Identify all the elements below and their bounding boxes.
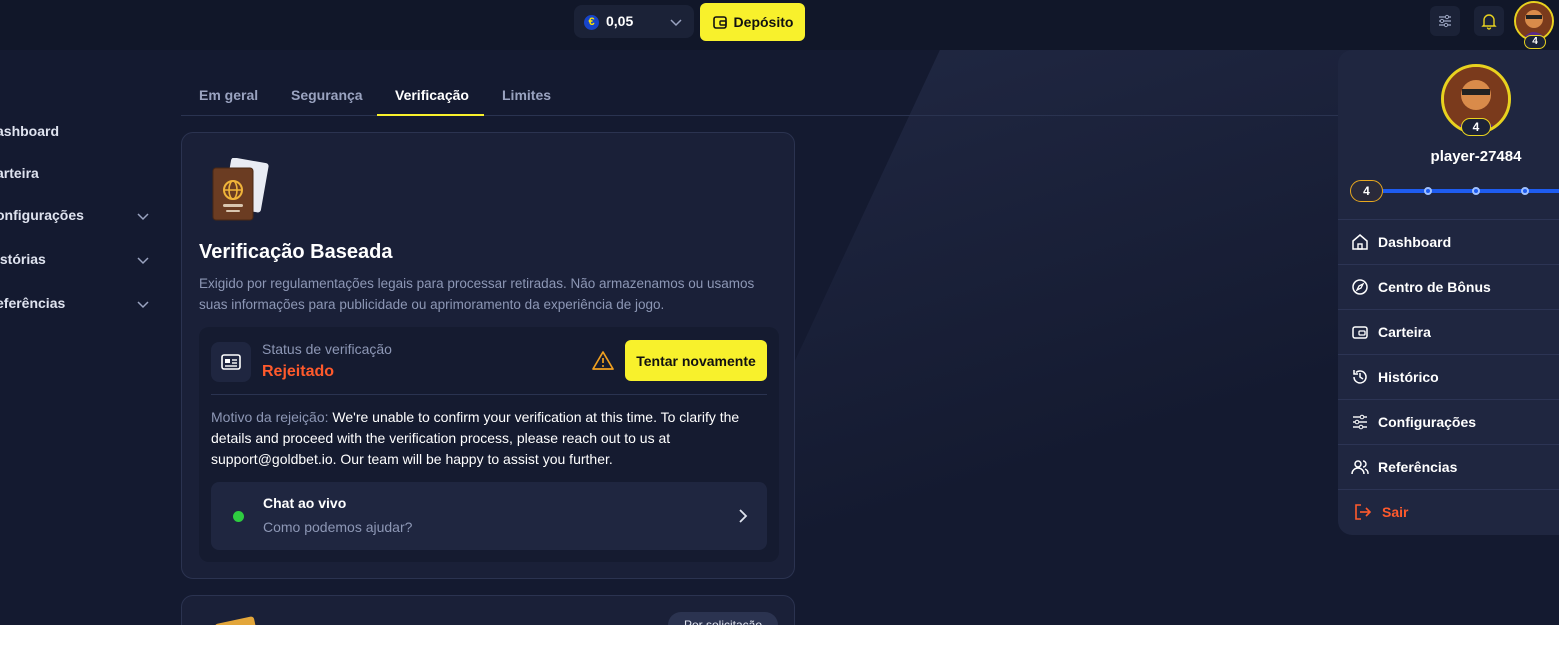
avatar-level-badge: 4 xyxy=(1524,35,1546,49)
menu-item-label: Centro de Bônus xyxy=(1378,279,1491,295)
tab-verification[interactable]: Verificação xyxy=(395,87,469,103)
users-icon xyxy=(1351,460,1369,475)
id-card-icon xyxy=(211,342,251,382)
second-verification-card: Por solicitação xyxy=(181,595,795,625)
username: player-27484 xyxy=(1430,148,1522,165)
rejection-reason-label: Motivo da rejeição: xyxy=(211,409,329,425)
sidebar-item-dashboard[interactable]: ashboard xyxy=(0,120,160,144)
online-status-dot xyxy=(233,511,244,522)
menu-item-label: Carteira xyxy=(1378,324,1431,340)
request-badge: Por solicitação xyxy=(668,612,778,625)
settings-button[interactable] xyxy=(1430,6,1460,36)
wallet-icon xyxy=(1352,326,1368,339)
sidebar-item-label: arteira xyxy=(0,165,39,181)
euro-icon: € xyxy=(584,15,599,30)
menu-item-label: Dashboard xyxy=(1378,234,1452,250)
top-bar: € 0,05 Depósito 4 xyxy=(0,0,1559,50)
dropdown-menu-list: Dashboard Centro de Bônus Carteira Histó… xyxy=(1338,219,1559,534)
balance-selector[interactable]: € 0,05 xyxy=(574,5,694,38)
menu-item-bonus-center[interactable]: Centro de Bônus xyxy=(1338,264,1559,309)
menu-item-label: Sair xyxy=(1382,504,1409,520)
menu-item-history[interactable]: Histórico xyxy=(1338,354,1559,399)
sidebar-item-label: eferências xyxy=(0,295,66,311)
menu-item-referrals[interactable]: Referências xyxy=(1338,444,1559,489)
home-icon xyxy=(1352,234,1368,250)
balance-value: 0,05 xyxy=(606,13,634,29)
menu-item-label: Referências xyxy=(1378,459,1458,475)
settings-tabs: Em geral Segurança Verificação Limites xyxy=(181,78,1341,116)
status-value: Rejeitado xyxy=(262,363,335,380)
sidebar-item-label: ashboard xyxy=(0,123,60,139)
card-title: Verificação Baseada xyxy=(199,241,393,263)
dropdown-level-badge: 4 xyxy=(1461,118,1491,136)
verification-status-box: Status de verificação Rejeitado Tentar n… xyxy=(199,327,779,562)
rejection-reason: Motivo da rejeição: We're unable to conf… xyxy=(211,407,771,470)
menu-item-settings[interactable]: Configurações xyxy=(1338,399,1559,444)
menu-item-logout[interactable]: Sair xyxy=(1338,489,1559,534)
tab-limits[interactable]: Limites xyxy=(502,87,551,103)
live-chat-button[interactable]: Chat ao vivo Como podemos ajudar? xyxy=(211,482,767,550)
chat-title: Chat ao vivo xyxy=(263,495,347,511)
verification-card: Verificação Baseada Exigido por regulame… xyxy=(181,132,795,579)
menu-item-wallet[interactable]: Carteira xyxy=(1338,309,1559,354)
sidebar-item-history[interactable]: istórias xyxy=(0,248,160,272)
tab-general[interactable]: Em geral xyxy=(199,87,258,103)
progress-dot xyxy=(1424,187,1432,195)
menu-item-label: Histórico xyxy=(1378,369,1439,385)
card-description: Exigido por regulamentações legais para … xyxy=(199,276,755,312)
avatar-image xyxy=(1516,3,1552,39)
app: € 0,05 Depósito 4 ashboard arteira onfig… xyxy=(0,0,1559,625)
compass-icon xyxy=(1352,279,1368,295)
level-progress-bar xyxy=(1383,187,1559,195)
sliders-icon xyxy=(1353,414,1367,430)
menu-item-dashboard[interactable]: Dashboard xyxy=(1338,219,1559,264)
chevron-down-icon xyxy=(137,257,149,265)
sidebar-item-label: istórias xyxy=(0,251,46,267)
sliders-icon xyxy=(1439,14,1451,28)
active-tab-indicator xyxy=(377,114,484,116)
document-icon xyxy=(214,616,258,625)
chevron-down-icon xyxy=(137,301,149,309)
progress-dot xyxy=(1521,187,1529,195)
notifications-button[interactable] xyxy=(1474,6,1504,36)
warning-icon xyxy=(592,351,614,370)
progress-dot xyxy=(1472,187,1480,195)
chat-subtitle: Como podemos ajudar? xyxy=(263,519,413,535)
passport-icon xyxy=(212,158,269,221)
wallet-icon xyxy=(712,16,727,29)
level-progress-badge: 4 xyxy=(1350,180,1383,202)
sidebar-item-wallet[interactable]: arteira xyxy=(0,162,160,186)
menu-item-label: Configurações xyxy=(1378,414,1477,430)
tab-security[interactable]: Segurança xyxy=(291,87,363,103)
divider xyxy=(211,394,767,395)
sidebar-item-label: onfigurações xyxy=(0,207,84,223)
history-icon xyxy=(1353,370,1367,384)
chevron-right-icon xyxy=(739,509,748,523)
logout-icon xyxy=(1355,504,1372,520)
user-dropdown-menu: 4 player-27484 4 Dashboard Centro de Bôn… xyxy=(1338,50,1559,535)
retry-button[interactable]: Tentar novamente xyxy=(625,340,767,381)
sidebar-item-referrals[interactable]: eferências xyxy=(0,292,160,316)
chevron-down-icon xyxy=(137,213,149,221)
deposit-button[interactable]: Depósito xyxy=(700,3,805,41)
chevron-down-icon xyxy=(670,19,682,27)
status-label: Status de verificação xyxy=(262,341,392,357)
sidebar-item-settings[interactable]: onfigurações xyxy=(0,204,160,228)
deposit-label: Depósito xyxy=(733,14,794,30)
bell-icon xyxy=(1481,14,1497,30)
